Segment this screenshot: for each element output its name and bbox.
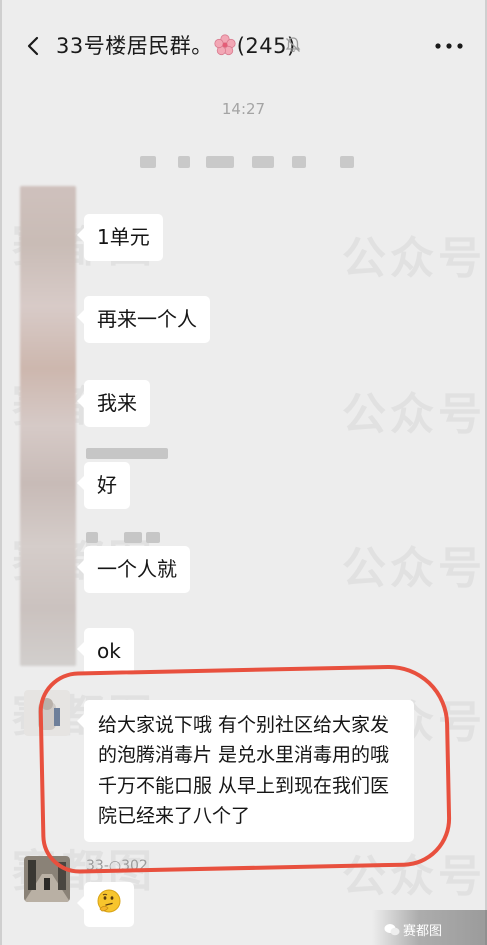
blurred-sender-name [86, 532, 98, 543]
message-bubble-emoji[interactable] [77, 882, 134, 927]
corner-logo-text: 赛都图 [403, 924, 443, 939]
message-bubble[interactable]: 好 [77, 462, 130, 509]
blurred-avatars [20, 186, 76, 666]
blurred-sender-name [86, 448, 168, 459]
message-bubble[interactable]: 1单元 [77, 214, 163, 261]
blurred-system-notice [206, 156, 234, 168]
watermark: 公众号 [342, 233, 486, 284]
highlight-circle [37, 663, 453, 875]
blurred-system-notice [252, 156, 274, 168]
more-dots-icon[interactable] [434, 42, 464, 50]
wechat-icon [384, 924, 400, 936]
chat-screen: 赛都图 公众号 赛都图 公众号 赛都图 公众号 赛都图 公众号 赛都图 公众号 … [0, 0, 487, 945]
blurred-sender-name [124, 532, 142, 543]
blurred-sender-name [146, 532, 160, 543]
message-timestamp: 14:27 [221, 100, 266, 118]
blurred-system-notice [140, 156, 156, 168]
message-bubble[interactable]: 我来 [77, 380, 150, 427]
group-name: 33号楼居民群。 [56, 34, 213, 58]
group-title: 33号楼居民群。 (245) [56, 30, 296, 60]
message-bubble[interactable]: ok [77, 628, 134, 675]
watermark: 公众号 [342, 389, 486, 440]
chevron-left-icon[interactable] [24, 36, 44, 56]
blurred-system-notice [340, 156, 354, 168]
watermark: 公众号 [342, 543, 486, 594]
bell-off-icon [285, 37, 301, 53]
cherry-blossom-icon [214, 34, 236, 56]
corner-logo: 赛都图 [384, 920, 442, 939]
message-bubble[interactable]: 再来一个人 [77, 296, 210, 343]
thinking-face-icon [97, 889, 121, 913]
blurred-system-notice [178, 156, 190, 168]
message-bubble[interactable]: 一个人就 [77, 546, 190, 593]
chat-header: 33号楼居民群。 (245) [2, 0, 485, 92]
blurred-system-notice [292, 156, 306, 168]
